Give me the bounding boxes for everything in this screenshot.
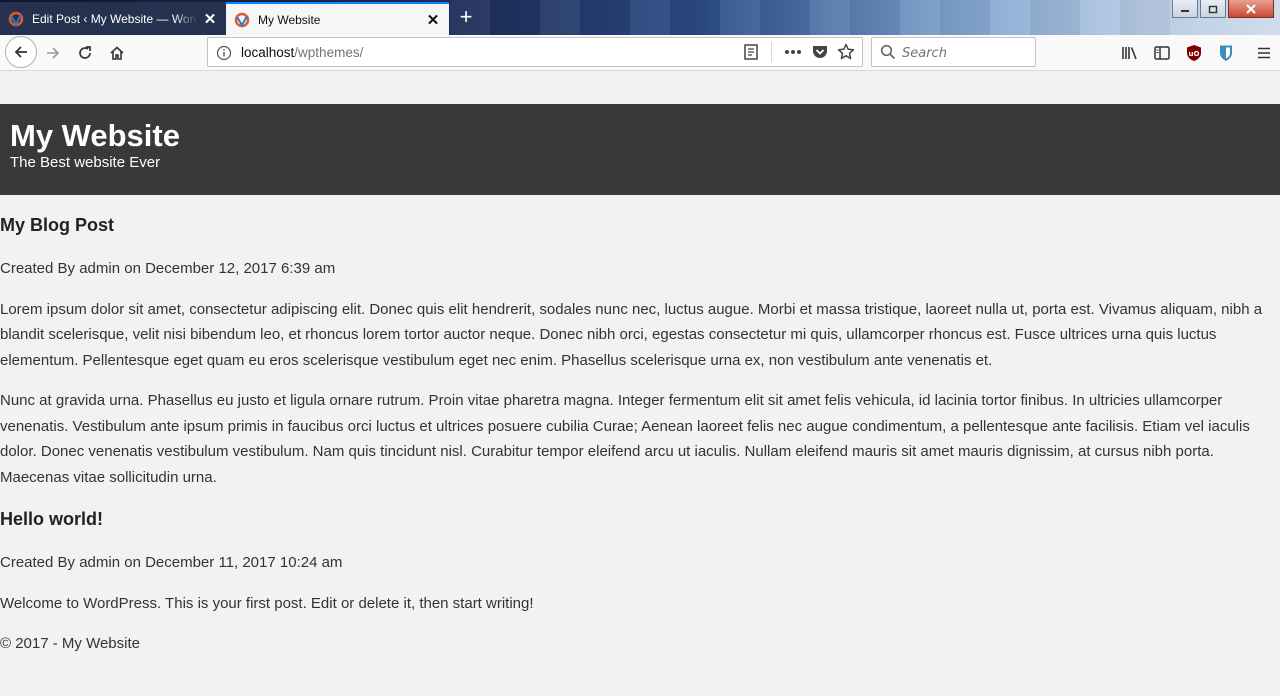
ublock-shield-icon: uO — [1187, 45, 1201, 61]
post: My Blog Post Created By admin on Decembe… — [0, 213, 1280, 490]
post-meta: Created By admin on December 12, 2017 6:… — [0, 260, 336, 277]
post-paragraph: Lorem ipsum dolor sit amet, consectetur … — [0, 300, 1263, 369]
tab-my-website[interactable]: My Website ✕ — [226, 2, 449, 35]
tab-close-icon[interactable]: ✕ — [421, 11, 445, 29]
post-meta: Created By admin on December 11, 2017 10… — [0, 554, 343, 571]
url-text[interactable]: localhost/wpthemes/ — [241, 45, 363, 60]
window-close-button[interactable] — [1228, 0, 1274, 18]
window-controls — [1172, 0, 1274, 18]
tab-label: My Website — [258, 12, 321, 27]
library-button[interactable] — [1114, 38, 1146, 68]
address-bar[interactable]: localhost/wpthemes/ — [207, 37, 863, 67]
home-icon — [110, 46, 124, 60]
post-title[interactable]: Hello world! — [0, 507, 1280, 531]
url-path: /wpthemes/ — [294, 45, 364, 60]
wordpress-favicon-icon — [234, 12, 250, 27]
arrow-right-icon — [47, 47, 60, 59]
library-icon — [1122, 47, 1137, 60]
browser-titlebar: Edit Post ‹ My Website — WordPress ✕ My … — [0, 0, 1280, 35]
web-page: My Website The Best website Ever My Blog… — [0, 72, 1280, 696]
reader-view-icon[interactable] — [741, 42, 761, 62]
reload-icon — [79, 46, 91, 59]
titlebar-background — [450, 0, 1170, 35]
minimize-button[interactable] — [1172, 0, 1198, 18]
search-bar[interactable] — [871, 37, 1036, 67]
main-content: My Blog Post Created By admin on Decembe… — [0, 213, 1280, 657]
site-tagline: The Best website Ever — [10, 154, 161, 171]
wordpress-favicon-icon — [8, 11, 24, 26]
forward-button[interactable] — [38, 38, 68, 68]
search-input[interactable] — [902, 43, 1030, 63]
page-actions-icon[interactable] — [782, 42, 804, 62]
post-body: Lorem ipsum dolor sit amet, consectetur … — [0, 297, 1280, 491]
divider — [771, 42, 772, 62]
ublock-button[interactable]: uO — [1178, 38, 1210, 68]
tab-close-icon[interactable]: ✕ — [198, 10, 222, 28]
menu-button[interactable] — [1248, 38, 1280, 68]
reload-button[interactable] — [70, 38, 100, 68]
sidebar-button[interactable] — [1146, 38, 1178, 68]
info-icon[interactable] — [216, 45, 232, 61]
post: Hello world! Created By admin on Decembe… — [0, 507, 1280, 616]
site-title[interactable]: My Website — [10, 118, 180, 154]
site-footer: © 2017 - My Website — [0, 635, 140, 652]
post-title[interactable]: My Blog Post — [0, 213, 1280, 237]
post-paragraph: Nunc at gravida urna. Phasellus eu justo… — [0, 392, 1250, 486]
site-header: My Website The Best website Ever — [0, 104, 1280, 195]
arrow-left-icon — [14, 46, 27, 58]
tab-edit-post[interactable]: Edit Post ‹ My Website — WordPress ✕ — [0, 2, 226, 35]
url-actions — [741, 42, 856, 62]
sidebar-icon — [1154, 46, 1170, 60]
restore-button[interactable] — [1200, 0, 1226, 18]
bookmark-star-icon[interactable] — [836, 42, 856, 62]
new-tab-button[interactable]: + — [452, 4, 480, 32]
back-button[interactable] — [5, 36, 37, 68]
tab-label: Edit Post ‹ My Website — WordPress — [32, 11, 198, 26]
search-icon — [880, 44, 896, 60]
bitwarden-shield-icon — [1220, 45, 1232, 61]
hamburger-menu-icon — [1258, 47, 1270, 59]
toolbar-right: uO — [1114, 38, 1280, 68]
url-host: localhost — [241, 45, 295, 60]
post-paragraph: Welcome to WordPress. This is your first… — [0, 594, 534, 612]
restore-icon — [1208, 5, 1218, 13]
svg-text:uO: uO — [1189, 50, 1200, 58]
pocket-icon[interactable] — [810, 42, 830, 62]
minimize-icon — [1181, 9, 1189, 12]
bitwarden-button[interactable] — [1210, 38, 1242, 68]
home-button[interactable] — [102, 38, 132, 68]
browser-navbar: localhost/wpthemes/ Search uO — [0, 35, 1280, 71]
close-icon — [1246, 3, 1256, 14]
post-body: Welcome to WordPress. This is your first… — [0, 591, 1280, 617]
